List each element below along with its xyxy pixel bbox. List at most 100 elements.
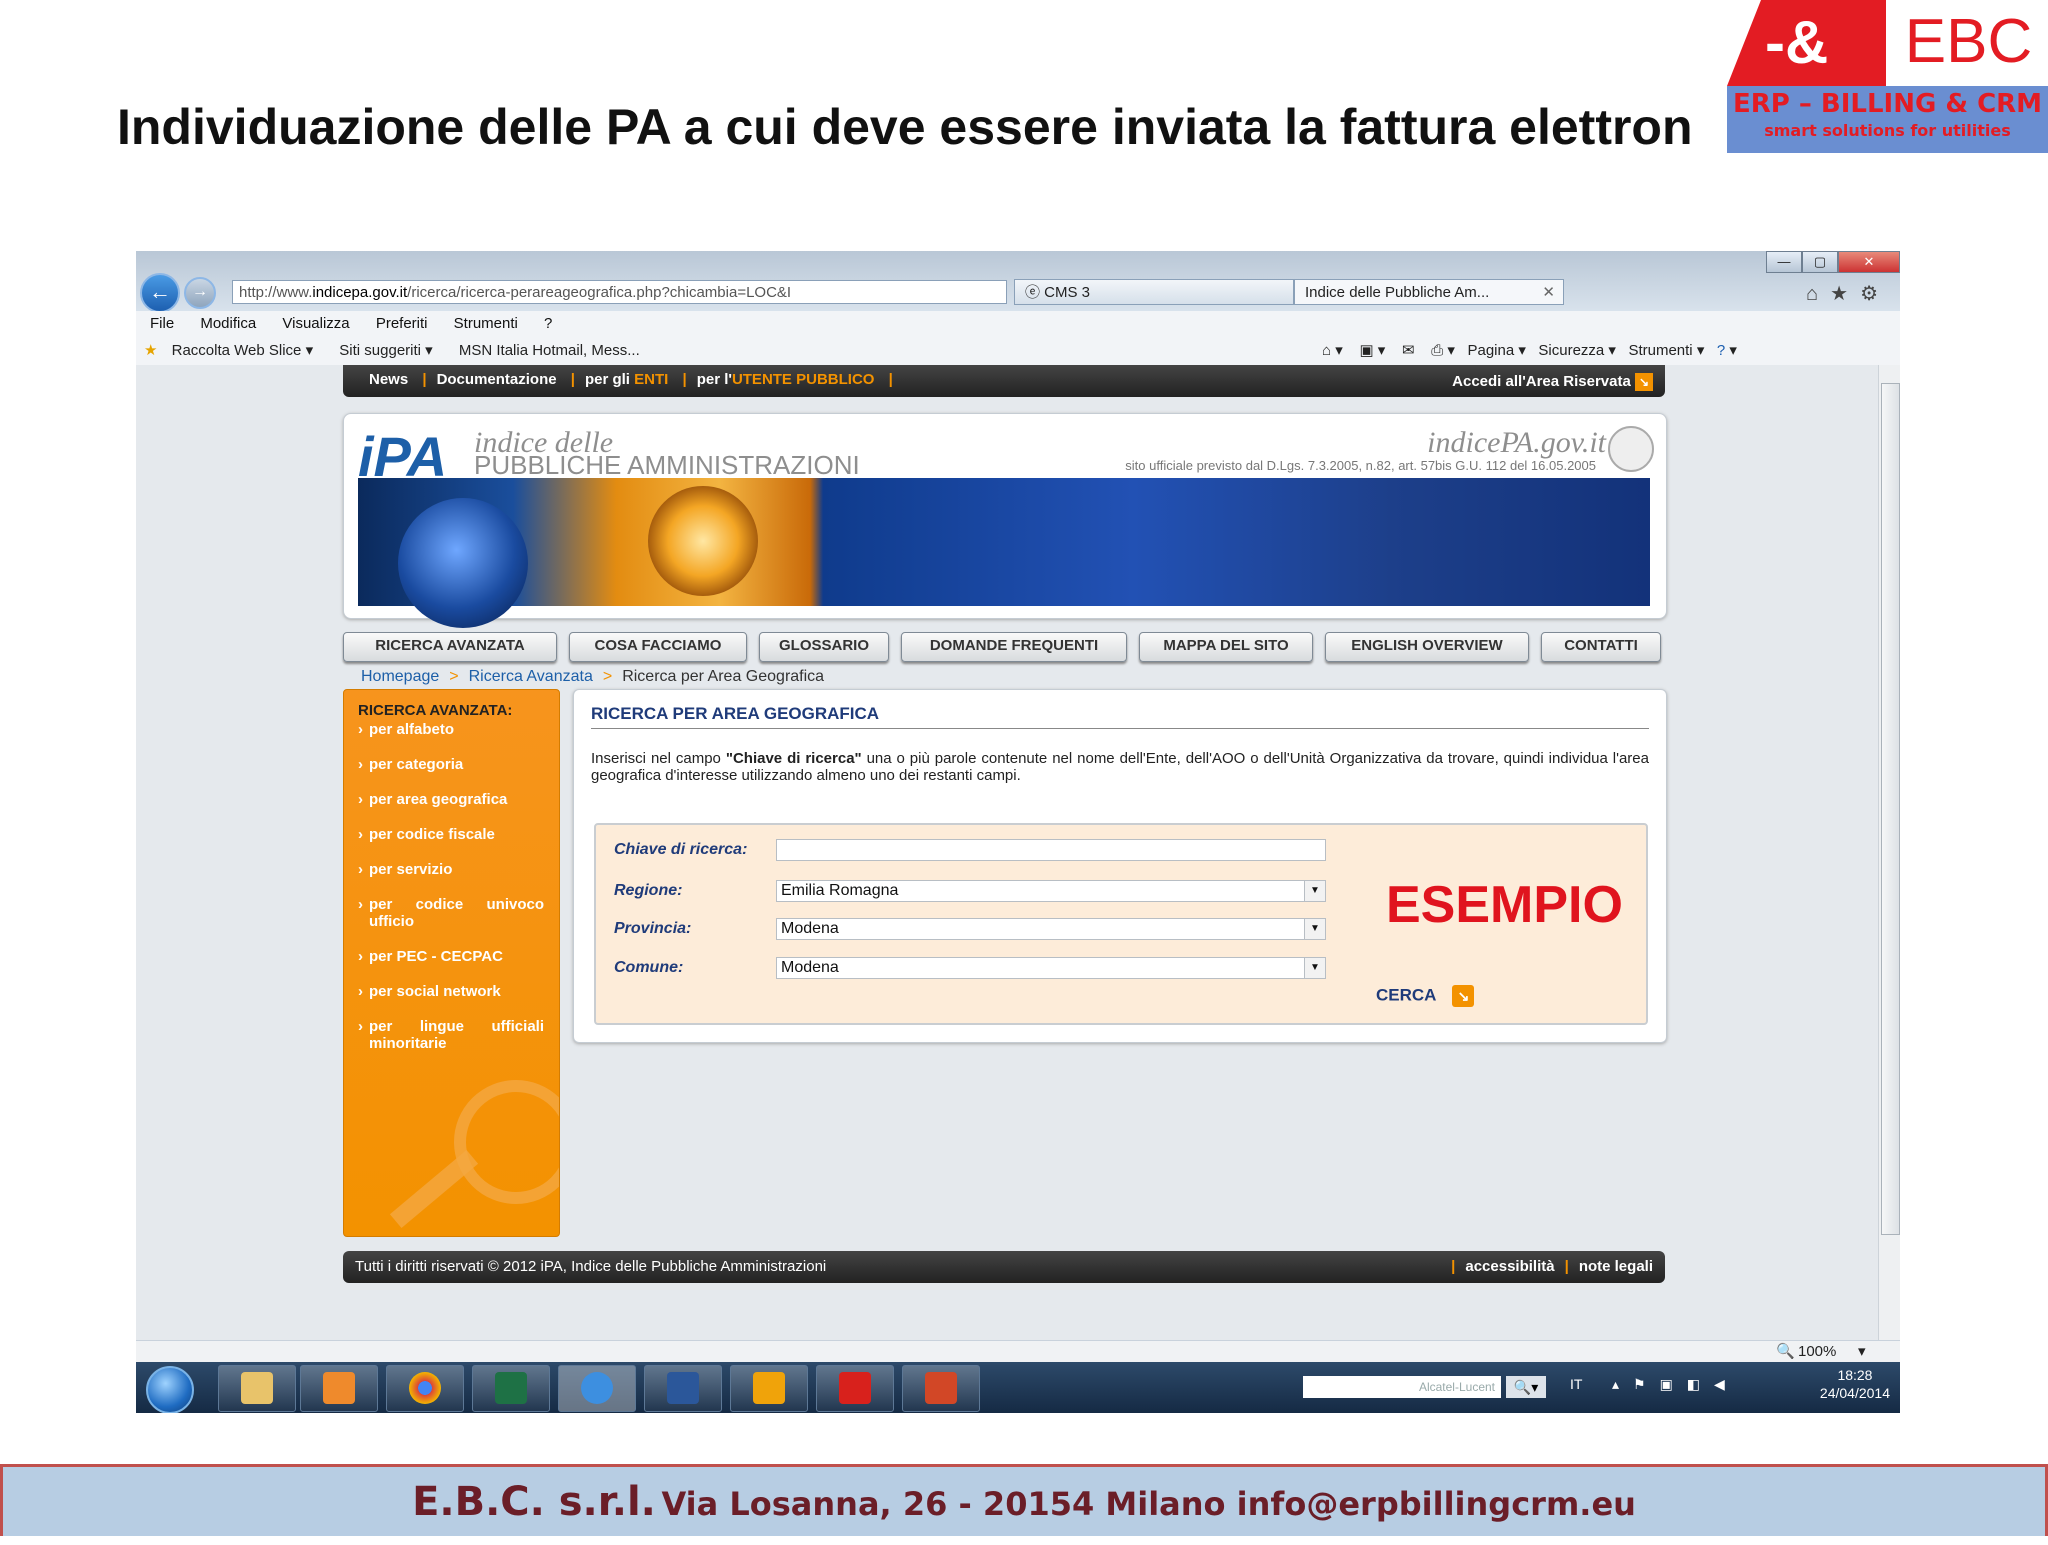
windows-taskbar: Alcatel-Lucent 🔍▾ IT ▴⚑▣◧◀ 18:28 24/04/2…: [136, 1362, 1900, 1413]
menu-help[interactable]: ?: [544, 315, 552, 332]
back-button[interactable]: ←: [140, 273, 180, 313]
nav-news[interactable]: News: [369, 371, 408, 388]
favorites-bar: ★ Raccolta Web Slice ▾ Siti suggeriti ▾ …: [136, 337, 1900, 366]
clock[interactable]: 18:28 24/04/2014: [1820, 1366, 1890, 1402]
command-sicurezza[interactable]: Sicurezza: [1538, 342, 1604, 359]
sidebar-item-servizio[interactable]: › per servizio: [358, 861, 550, 878]
ie-app[interactable]: [558, 1365, 636, 1412]
command-strumenti[interactable]: Strumenti: [1628, 342, 1692, 359]
menu-glossario[interactable]: GLOSSARIO: [759, 632, 889, 662]
close-window-button[interactable]: ✕: [1838, 251, 1900, 273]
media-player-app[interactable]: [300, 1365, 378, 1412]
tray-icons[interactable]: ▴⚑▣◧◀: [1612, 1376, 1739, 1393]
pdf-icon: [839, 1372, 871, 1404]
ebc-logo: -& EBC ERP – BILLING & CRM smart solutio…: [1727, 0, 2048, 153]
breadcrumb-ricerca-avanzata[interactable]: Ricerca Avanzata: [469, 668, 593, 685]
forward-button[interactable]: →: [184, 277, 216, 309]
sidebar-item-pec[interactable]: › per PEC - CECPAC: [358, 948, 550, 965]
minimize-button[interactable]: —: [1766, 251, 1802, 273]
menu-cosa-facciamo[interactable]: COSA FACCIAMO: [569, 632, 747, 662]
menu-contatti[interactable]: CONTATTI: [1541, 632, 1661, 662]
sidebar-item-alfabeto[interactable]: › per alfabeto: [358, 721, 550, 738]
chevron-down-icon: ▼: [1304, 958, 1325, 978]
start-button[interactable]: [146, 1366, 194, 1413]
footer-email: info@erpbillingcrm.eu: [1236, 1485, 1636, 1523]
ie-icon: [581, 1372, 613, 1404]
print-icon[interactable]: ⎙: [1431, 342, 1443, 359]
breadcrumb-homepage[interactable]: Homepage: [361, 668, 439, 685]
home-icon[interactable]: ⌂: [1322, 342, 1331, 359]
magnifier-image: [454, 1080, 559, 1204]
fav-msn[interactable]: MSN Italia Hotmail, Mess...: [459, 342, 640, 359]
regione-select[interactable]: Emilia Romagna ▼: [776, 880, 1326, 902]
sidebar-item-area-geografica[interactable]: › per area geografica: [358, 791, 550, 808]
maximize-button[interactable]: ▢: [1802, 251, 1838, 273]
menu-domande-frequenti[interactable]: DOMANDE FREQUENTI: [901, 632, 1127, 662]
word-app[interactable]: [644, 1365, 722, 1412]
tab-cms[interactable]: ⓔ CMS 3: [1014, 279, 1294, 305]
search-panel-title: RICERCA PER AREA GEOGRAFICA: [591, 704, 880, 723]
address-bar[interactable]: http://www.indicepa.gov.it/ricerca/ricer…: [232, 280, 1007, 304]
nav-documentazione[interactable]: Documentazione: [437, 371, 557, 388]
zoom-level[interactable]: 100%: [1798, 1341, 1836, 1363]
sidebar-item-codice-univoco[interactable]: › per codice univoco ufficio: [358, 896, 550, 930]
menu-file[interactable]: File: [150, 315, 174, 332]
explorer-app[interactable]: [218, 1365, 296, 1412]
excel-icon: [495, 1372, 527, 1404]
fav-suggested-sites[interactable]: Siti suggeriti: [339, 342, 421, 359]
star-icon[interactable]: ★: [1830, 283, 1860, 305]
arrow-icon: ↘: [1452, 985, 1475, 1007]
footer-accessibilita[interactable]: accessibilità: [1465, 1258, 1554, 1275]
word-icon: [667, 1372, 699, 1404]
taskbar-search-input[interactable]: Alcatel-Lucent: [1303, 1376, 1501, 1398]
help-icon[interactable]: ?: [1717, 342, 1725, 359]
provincia-label: Provincia:: [614, 920, 692, 937]
feed-icon[interactable]: ▣: [1359, 342, 1373, 359]
sidebar-item-lingue[interactable]: › per lingue ufficiali minoritarie: [358, 1018, 550, 1052]
footer-note-legali[interactable]: note legali: [1579, 1258, 1653, 1275]
menu-strumenti[interactable]: Strumenti: [454, 315, 518, 332]
scrollbar-thumb[interactable]: [1881, 383, 1900, 1235]
menu-english-overview[interactable]: ENGLISH OVERVIEW: [1325, 632, 1529, 662]
menu-mappa-del-sito[interactable]: MAPPA DEL SITO: [1139, 632, 1313, 662]
nav-enti[interactable]: per gli ENTI: [585, 371, 668, 388]
menu-ricerca-avanzata[interactable]: RICERCA AVANZATA: [343, 632, 557, 662]
vertical-scrollbar[interactable]: [1878, 365, 1900, 1340]
sidebar-item-social-network[interactable]: › per social network: [358, 983, 550, 1000]
menu-modifica[interactable]: Modifica: [200, 315, 256, 332]
fav-web-slice[interactable]: Raccolta Web Slice: [172, 342, 302, 359]
site-top-nav: News | Documentazione | per gli ENTI | per …: [343, 365, 1665, 397]
language-indicator[interactable]: IT: [1570, 1376, 1582, 1392]
mail-icon[interactable]: ✉: [1402, 342, 1415, 359]
reserved-area-link[interactable]: Accedi all'Area Riservata ↘: [1452, 367, 1653, 397]
sidebar-title: RICERCA AVANZATA:: [358, 702, 513, 719]
provincia-select[interactable]: Modena ▼: [776, 918, 1326, 940]
close-tab-icon[interactable]: ✕: [1542, 280, 1555, 306]
logo-symbol: -&: [1765, 9, 1829, 76]
comune-label: Comune:: [614, 959, 684, 976]
menu-visualizza[interactable]: Visualizza: [282, 315, 349, 332]
search-button[interactable]: CERCA ↘: [1376, 985, 1475, 1007]
command-pagina[interactable]: Pagina: [1467, 342, 1514, 359]
sidebar-item-categoria[interactable]: › per categoria: [358, 756, 550, 773]
sidebar-item-codice-fiscale[interactable]: › per codice fiscale: [358, 826, 550, 843]
menu-preferiti[interactable]: Preferiti: [376, 315, 428, 332]
acrobat-app[interactable]: [816, 1365, 894, 1412]
slide-title: Individuazione delle PA a cui deve esser…: [117, 99, 1693, 155]
chrome-app[interactable]: [386, 1365, 464, 1412]
gear-icon[interactable]: ⚙: [1860, 283, 1890, 305]
address-domain: indicepa.gov.it: [312, 284, 408, 301]
comune-select[interactable]: Modena ▼: [776, 957, 1326, 979]
chevron-down-icon[interactable]: ▾: [1858, 1341, 1866, 1363]
key-input[interactable]: [776, 839, 1326, 861]
tab-indicepa[interactable]: Indice delle Pubbliche Am... ✕: [1294, 279, 1564, 305]
outlook-app[interactable]: [730, 1365, 808, 1412]
chrome-icon: [409, 1372, 441, 1404]
powerpoint-app[interactable]: [902, 1365, 980, 1412]
banner-title: PUBBLICHE AMMINISTRAZIONI: [474, 450, 860, 480]
nav-utente-pubblico[interactable]: per l'UTENTE PUBBLICO: [697, 371, 875, 388]
favorites-star-icon[interactable]: ★: [144, 342, 157, 359]
excel-app[interactable]: [472, 1365, 550, 1412]
home-icon[interactable]: ⌂: [1806, 283, 1830, 305]
search-icon[interactable]: 🔍▾: [1506, 1376, 1546, 1398]
